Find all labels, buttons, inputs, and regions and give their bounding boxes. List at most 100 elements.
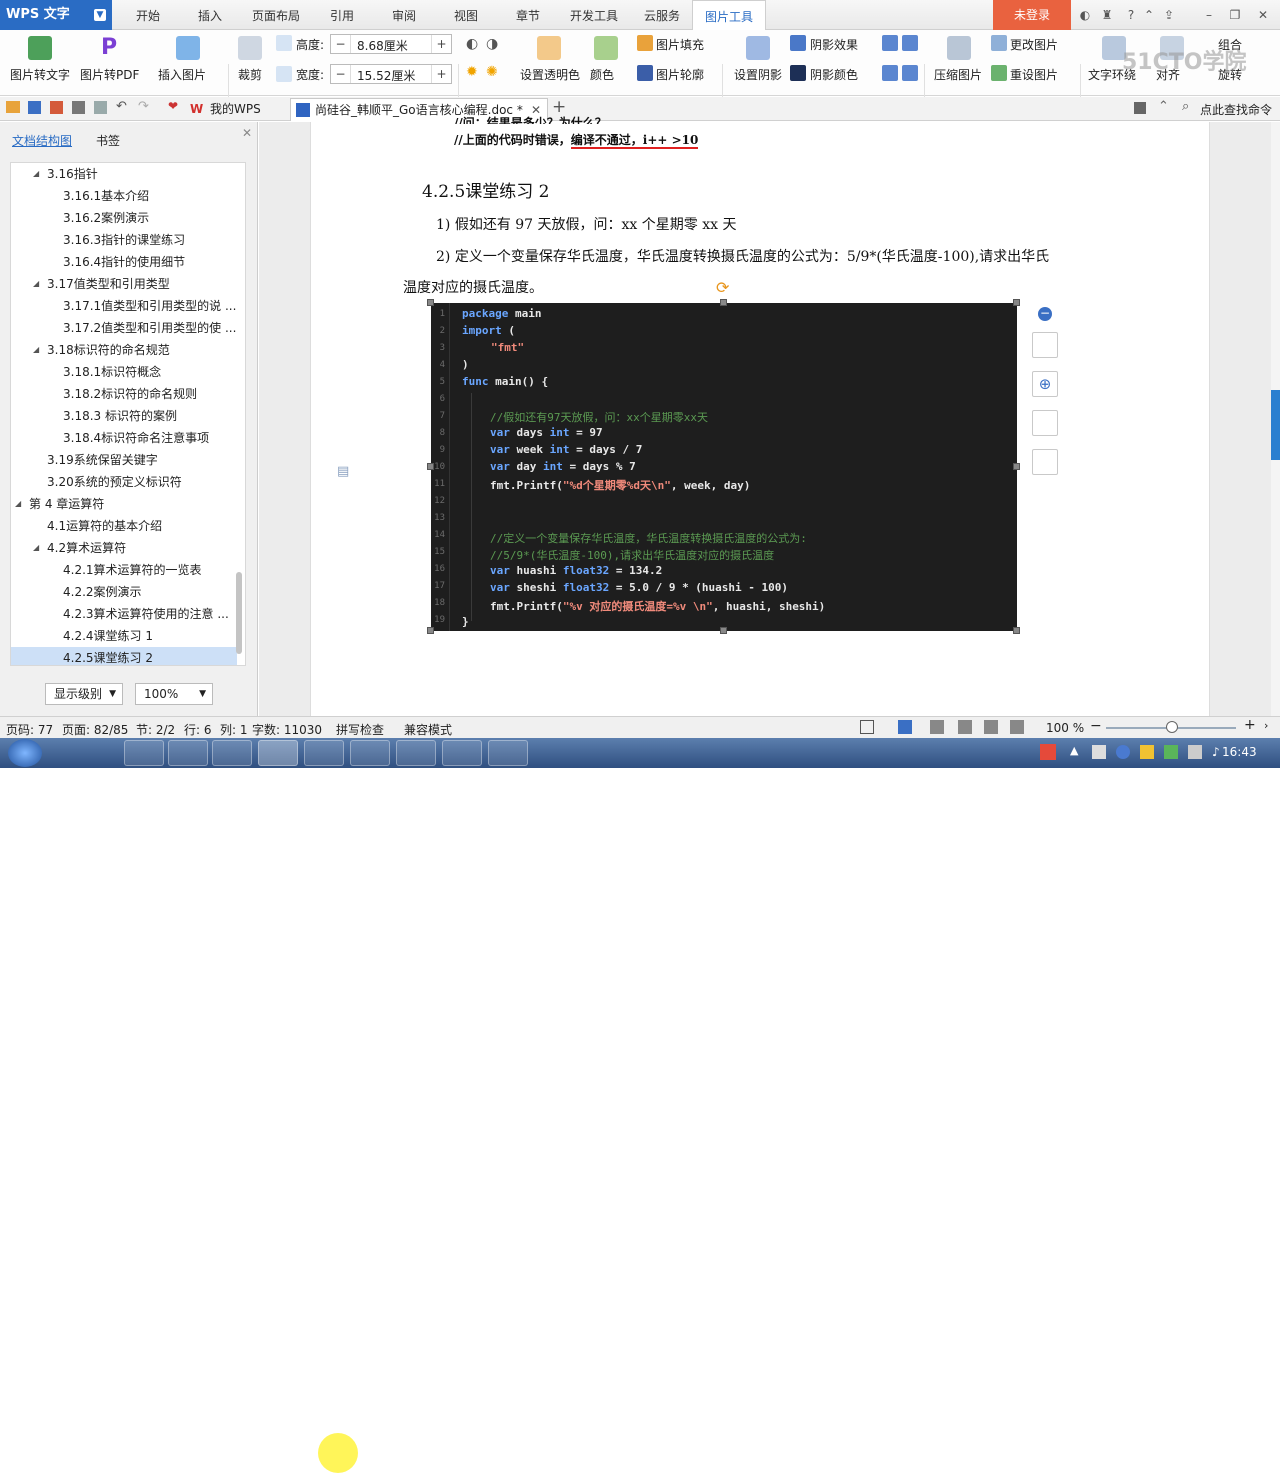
- change-pic-button[interactable]: 更改图片: [1010, 36, 1058, 53]
- taskbar-presentation-icon[interactable]: [304, 740, 344, 766]
- outline-item[interactable]: 3.19系统保留关键字: [11, 449, 237, 471]
- set-transparent-button[interactable]: 设置透明色: [520, 66, 580, 83]
- chart-edit-icon[interactable]: [1032, 332, 1058, 358]
- nudge-shadow-left-icon[interactable]: [902, 35, 918, 51]
- chevron-right-icon[interactable]: ›: [1264, 719, 1268, 732]
- tab-bookmark[interactable]: 书签: [96, 132, 120, 149]
- brightness-up-icon[interactable]: ✹: [466, 64, 482, 80]
- pic-fill-button[interactable]: 图片填充: [656, 36, 704, 53]
- zoom-slider-thumb[interactable]: [1166, 721, 1178, 733]
- resize-handle[interactable]: [1013, 463, 1020, 470]
- expand-toggle-icon[interactable]: ◢: [33, 537, 39, 559]
- tab-review[interactable]: 审阅: [380, 0, 428, 30]
- status-page[interactable]: 页面: 82/85: [62, 721, 128, 738]
- tab-page-layout[interactable]: 页面布局: [244, 0, 308, 30]
- expand-toggle-icon[interactable]: ◢: [15, 493, 21, 515]
- taskbar-cmd-icon[interactable]: [442, 740, 482, 766]
- start-button[interactable]: [8, 739, 42, 767]
- outline-item[interactable]: 4.2.5课堂练习 2: [11, 647, 237, 665]
- picture-frame-icon[interactable]: [1032, 449, 1058, 475]
- outline-item[interactable]: 3.16.3指针的课堂练习: [11, 229, 237, 251]
- restore-ribbon-icon[interactable]: ⇪: [1160, 6, 1178, 24]
- zoom-in-icon[interactable]: +: [1244, 717, 1256, 733]
- eye-protect-icon[interactable]: [1010, 720, 1024, 734]
- show-level-dropdown[interactable]: 显示级别 ▼: [45, 683, 123, 705]
- resize-handle[interactable]: [427, 299, 434, 306]
- minimize-icon[interactable]: –: [1200, 6, 1218, 24]
- collapse-icon[interactable]: ⌃: [1158, 99, 1169, 114]
- tab-chapter[interactable]: 章节: [504, 0, 552, 30]
- taskbar-explorer-icon[interactable]: [168, 740, 208, 766]
- help-icon[interactable]: ?: [1122, 6, 1140, 24]
- tray-app2-icon[interactable]: [1164, 745, 1178, 759]
- skin-icon[interactable]: ◐: [1076, 6, 1094, 24]
- tray-expand-icon[interactable]: ▲: [1070, 744, 1078, 757]
- resize-handle[interactable]: [720, 627, 727, 634]
- close-pane-icon[interactable]: ✕: [242, 126, 252, 140]
- nudge-shadow-right-icon[interactable]: [902, 65, 918, 81]
- pin-icon[interactable]: [1134, 102, 1146, 114]
- status-word-count[interactable]: 字数: 11030: [252, 721, 322, 738]
- resize-handle[interactable]: [1013, 627, 1020, 634]
- outline-item[interactable]: 4.2.2案例演示: [11, 581, 237, 603]
- tab-insert[interactable]: 插入: [186, 0, 234, 30]
- brightness-down-icon[interactable]: ✺: [486, 64, 502, 80]
- outline-item[interactable]: ◢ 3.17值类型和引用类型: [11, 273, 237, 295]
- tray-app-icon[interactable]: [1140, 745, 1154, 759]
- taskbar-excel-icon[interactable]: [350, 740, 390, 766]
- status-spell-check[interactable]: 拼写检查: [336, 721, 384, 738]
- document-scrollbar[interactable]: [1271, 122, 1280, 716]
- rotate-handle-icon[interactable]: ⟳: [716, 278, 729, 297]
- nudge-shadow-up-icon[interactable]: [882, 35, 898, 51]
- tab-start[interactable]: 开始: [124, 0, 172, 30]
- width-value[interactable]: 15.52厘米: [357, 67, 415, 84]
- login-button[interactable]: 未登录: [993, 0, 1071, 30]
- print-icon[interactable]: [72, 101, 85, 114]
- tray-display-icon[interactable]: [1188, 745, 1202, 759]
- width-input[interactable]: − 15.52厘米 +: [330, 64, 452, 84]
- outline-scrollbar-thumb[interactable]: [236, 572, 242, 654]
- taskbar-clock[interactable]: 16:43: [1222, 745, 1257, 759]
- code-screenshot-image[interactable]: 1 2 3 4 5 6 7 8 9 10 11 12 13 14 15 16 17 18 19 package ma…: [431, 303, 1017, 631]
- expand-toggle-icon[interactable]: ◢: [33, 339, 39, 361]
- outline-item[interactable]: 4.1运算符的基本介绍: [11, 515, 237, 537]
- export-pdf-icon[interactable]: [50, 101, 63, 114]
- resize-handle[interactable]: [720, 299, 727, 306]
- height-value[interactable]: 8.68厘米: [357, 37, 408, 54]
- outline-item[interactable]: 3.16.4指针的使用细节: [11, 251, 237, 273]
- resize-handle[interactable]: [1013, 299, 1020, 306]
- search-icon[interactable]: ⌕: [1182, 99, 1189, 114]
- set-shadow-button[interactable]: 设置阴影: [734, 66, 782, 83]
- outline-item[interactable]: ◢ 3.18标识符的命名规范: [11, 339, 237, 361]
- expand-toggle-icon[interactable]: ◢: [33, 163, 39, 185]
- outline-item[interactable]: ◢ 3.16指针: [11, 163, 237, 185]
- outline-item[interactable]: 4.2.1算术运算符的一览表: [11, 559, 237, 581]
- height-minus-button[interactable]: −: [331, 35, 351, 53]
- outline-item[interactable]: 3.18.3 标识符的案例: [11, 405, 237, 427]
- command-search[interactable]: 点此查找命令: [1200, 101, 1272, 118]
- reset-pic-button[interactable]: 重设图片: [1010, 66, 1058, 83]
- maximize-icon[interactable]: ❐: [1226, 6, 1244, 24]
- tray-volume-icon[interactable]: ♪: [1212, 745, 1220, 759]
- compress-pic-button[interactable]: 压缩图片: [934, 66, 982, 83]
- taskbar-chrome-icon[interactable]: [212, 740, 252, 766]
- close-icon[interactable]: ✕: [1254, 6, 1272, 24]
- redo-icon[interactable]: ↷: [138, 99, 149, 114]
- outline-item[interactable]: 3.18.1标识符概念: [11, 361, 237, 383]
- tray-network-icon[interactable]: [1092, 745, 1106, 759]
- contrast-up-icon[interactable]: ◐: [466, 36, 482, 52]
- outline-item[interactable]: ◢ 第 4 章运算符: [11, 493, 237, 515]
- web-view-icon[interactable]: [958, 720, 972, 734]
- tab-outline[interactable]: 文档结构图: [12, 132, 72, 149]
- tab-view[interactable]: 视图: [442, 0, 490, 30]
- fullscreen-icon[interactable]: [860, 720, 874, 734]
- tray-bluetooth-icon[interactable]: [1116, 745, 1130, 759]
- open-folder-icon[interactable]: [6, 101, 20, 113]
- expand-toggle-icon[interactable]: ◢: [33, 273, 39, 295]
- outline-item[interactable]: 3.17.2值类型和引用类型的使 ...: [11, 317, 237, 339]
- height-input[interactable]: − 8.68厘米 +: [330, 34, 452, 54]
- contrast-down-icon[interactable]: ◑: [486, 36, 502, 52]
- outline-item[interactable]: 3.16.1基本介绍: [11, 185, 237, 207]
- status-zoom[interactable]: 100 %: [1046, 721, 1084, 735]
- color-button[interactable]: 颜色: [590, 66, 614, 83]
